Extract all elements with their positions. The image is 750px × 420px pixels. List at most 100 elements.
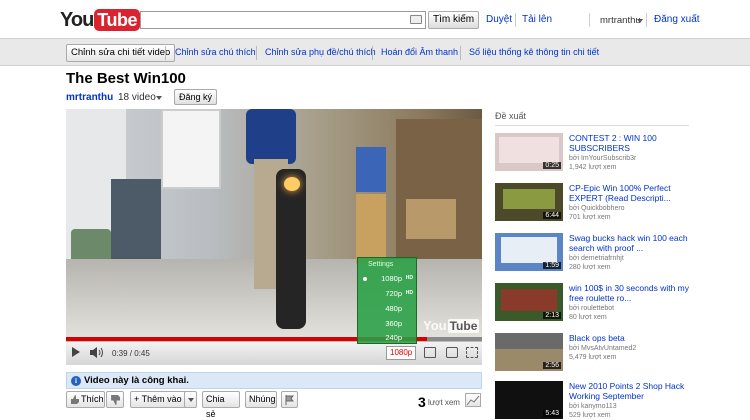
watermark-you: You xyxy=(423,318,447,333)
quality-label: 360p xyxy=(385,319,402,328)
scene-box xyxy=(406,199,456,239)
channel-link[interactable]: mrtranthu xyxy=(66,92,113,103)
volume-icon[interactable] xyxy=(90,347,106,358)
thumbnail-art xyxy=(499,137,559,163)
thumbnail-art xyxy=(501,289,557,311)
suggested-video[interactable]: 2:13 win 100$ in 30 seconds with my free… xyxy=(495,283,695,327)
suggested-title[interactable]: win 100$ in 30 seconds with my free roul… xyxy=(569,283,695,303)
hd-badge: HD xyxy=(405,275,413,281)
dislike-button[interactable] xyxy=(106,391,124,408)
suggested-views: 529 lượt xem xyxy=(569,412,611,419)
suggested-title[interactable]: Swag bucks hack win 100 each search with… xyxy=(569,233,695,253)
info-icon: i xyxy=(71,376,81,386)
quality-option[interactable]: 720p HD xyxy=(358,287,416,301)
chart-icon xyxy=(466,395,480,406)
suggested-author: bởi kanymo113 xyxy=(569,403,617,410)
suggested-video[interactable]: 2:56 Black ops beta bởi MvsAtvUntamed2 5… xyxy=(495,333,695,377)
keyboard-icon[interactable] xyxy=(410,15,422,24)
suggested-video[interactable]: 5:43 New 2010 Points 2 Shop Hack Working… xyxy=(495,381,695,420)
duration-badge: 2:13 xyxy=(543,312,561,319)
edit-details-button[interactable]: Chỉnh sửa chi tiết video xyxy=(66,44,176,62)
scene-motorbike xyxy=(276,169,306,329)
insight-link[interactable]: Số liệu thống kê thông tin chi tiết xyxy=(469,47,599,57)
video-frame[interactable] xyxy=(66,109,482,341)
suggested-author: bởi MvsAtvUntamed2 xyxy=(569,345,637,352)
suggested-title[interactable]: Black ops beta xyxy=(569,333,695,343)
hd-badge: HD xyxy=(405,290,413,296)
quality-option[interactable]: 240p xyxy=(358,331,416,345)
divider xyxy=(256,46,257,60)
video-thumbnail[interactable]: 1:59 xyxy=(495,233,563,271)
chevron-down-icon xyxy=(188,398,194,402)
video-thumbnail[interactable]: 0:25 xyxy=(495,133,563,171)
quality-label: 1080p xyxy=(381,274,402,283)
edit-annotations-link[interactable]: Chỉnh sửa chú thích xyxy=(175,47,256,57)
add-to-dropdown[interactable] xyxy=(184,391,197,408)
video-thumbnail[interactable]: 6:44 xyxy=(495,183,563,221)
suggested-title[interactable]: CONTEST 2 : WIN 100 SUBSCRIBERS xyxy=(569,133,695,153)
quality-button[interactable]: 1080p xyxy=(386,346,417,360)
duration-badge: 1:59 xyxy=(543,262,561,269)
duration-badge: 6:44 xyxy=(543,212,561,219)
video-title: The Best Win100 xyxy=(66,70,186,87)
video-thumbnail[interactable]: 2:13 xyxy=(495,283,563,321)
suggested-title[interactable]: New 2010 Points 2 Shop Hack Working Sept… xyxy=(569,381,695,401)
suggested-title[interactable]: CP-Epic Win 100% Perfect EXPERT (Read De… xyxy=(569,183,695,203)
video-count[interactable]: 18 video xyxy=(118,92,156,103)
popout-icon[interactable] xyxy=(424,347,436,358)
quality-label: 480p xyxy=(385,304,402,313)
embed-button[interactable]: Nhúng xyxy=(245,391,277,408)
search-input[interactable] xyxy=(140,11,426,29)
chevron-down-icon[interactable] xyxy=(156,96,162,100)
quality-label: 240p xyxy=(385,333,402,342)
video-thumbnail[interactable]: 2:56 xyxy=(495,333,563,371)
edit-captions-link[interactable]: Chỉnh sửa phụ đề/chú thích xyxy=(265,47,376,57)
flag-icon xyxy=(285,395,295,405)
view-count-label: lượt xem xyxy=(428,398,460,407)
audio-swap-link[interactable]: Hoán đổi Âm thanh xyxy=(381,47,458,57)
divider xyxy=(646,13,647,27)
flag-button[interactable] xyxy=(281,391,298,408)
fullscreen-icon[interactable] xyxy=(466,347,478,358)
thumbs-up-icon xyxy=(71,395,79,404)
divider xyxy=(460,46,461,60)
suggested-author: bởi demetriafrnhjt xyxy=(569,255,624,262)
logo-tube: Tube xyxy=(94,9,140,31)
like-label: Thích xyxy=(81,394,104,404)
duration-badge: 0:25 xyxy=(543,162,561,169)
expand-icon[interactable] xyxy=(446,347,458,358)
quality-option[interactable]: 480p xyxy=(358,302,416,316)
search-button[interactable]: Tìm kiếm xyxy=(428,11,480,29)
scene-headlight xyxy=(284,177,300,191)
upload-link[interactable]: Tải lên xyxy=(522,14,552,25)
youtube-logo[interactable]: You Tube xyxy=(60,8,140,32)
quality-option[interactable]: 360p xyxy=(358,317,416,331)
signout-link[interactable]: Đăng xuất xyxy=(654,14,700,25)
stats-icon[interactable] xyxy=(465,393,481,407)
divider xyxy=(515,13,516,27)
quality-option[interactable]: 1080p HD xyxy=(358,272,416,286)
suggested-video[interactable]: 6:44 CP-Epic Win 100% Perfect EXPERT (Re… xyxy=(495,183,695,227)
chevron-down-icon[interactable] xyxy=(637,19,643,23)
play-icon[interactable] xyxy=(72,347,80,357)
logo-you: You xyxy=(60,8,94,31)
video-player[interactable]: 0:39 / 0:45 1080p xyxy=(66,109,482,365)
scene-blue-crate xyxy=(356,147,386,192)
quality-settings-menu: Settings 1080p HD 720p HD 480p 360p 240p xyxy=(357,257,417,344)
username-menu[interactable]: mrtranthu xyxy=(600,15,641,26)
divider xyxy=(372,46,373,60)
quality-label: 720p xyxy=(385,289,402,298)
suggestions-title: Đề xuất xyxy=(495,111,527,121)
suggested-video[interactable]: 1:59 Swag bucks hack win 100 each search… xyxy=(495,233,695,277)
subscribe-button[interactable]: Đăng ký xyxy=(174,89,218,105)
thumbnail-art xyxy=(501,237,557,263)
suggested-video[interactable]: 0:25 CONTEST 2 : WIN 100 SUBSCRIBERS bởi… xyxy=(495,133,695,177)
video-thumbnail[interactable]: 5:43 xyxy=(495,381,563,419)
public-notice: i Video này là công khai. xyxy=(66,372,482,389)
suggested-views: 5,479 lượt xem xyxy=(569,354,617,361)
browse-link[interactable]: Duyệt xyxy=(486,14,512,25)
scene-window xyxy=(161,109,221,189)
share-button[interactable]: Chia sẻ xyxy=(202,391,240,419)
scene-stool xyxy=(356,194,386,264)
suggested-views: 280 lượt xem xyxy=(569,264,611,271)
